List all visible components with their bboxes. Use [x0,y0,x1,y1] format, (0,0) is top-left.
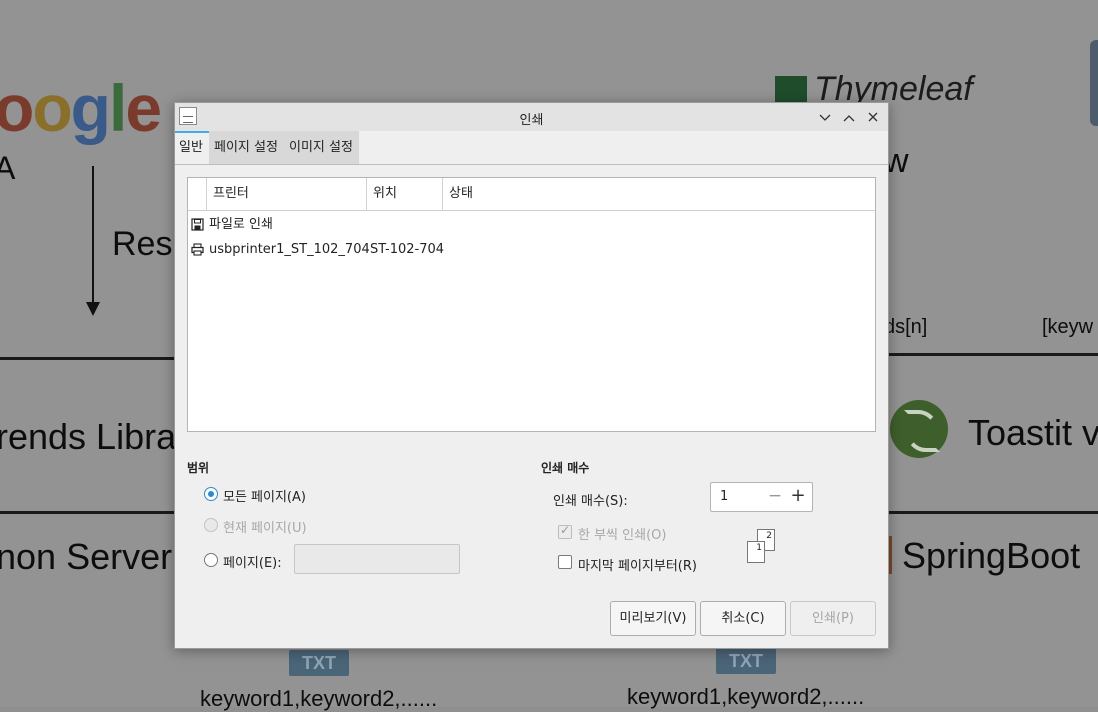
title-bar[interactable]: 인쇄 [175,103,888,131]
tab-page-setup[interactable]: 페이지 설정 [209,131,285,164]
printer-row-file[interactable]: 파일로 인쇄 [188,213,875,237]
bg-text-a: A [0,150,16,186]
current-page-radio[interactable] [204,518,218,532]
bg-text-springboot: SpringBoot [902,535,1081,576]
tab-divider [175,164,888,165]
bg-text-trends: rends Libra [0,416,177,457]
bg-text-keyword-line: keyword1,keyword2,...... [627,684,865,709]
current-page-label: 현재 페이지(U) [223,521,307,536]
tab-general[interactable]: 일반 [175,131,209,164]
print-dialog: 인쇄 일반 페이지 설정 이미지 설정 프린터 위치 상태 파일로 인쇄 usb… [174,102,889,649]
reverse-order-checkbox[interactable] [558,555,572,569]
printer-list-header: 프린터 위치 상태 [188,178,875,211]
decrement-button[interactable]: − [765,486,785,506]
close-icon [868,112,878,122]
copies-heading: 인쇄 매수 [541,461,590,475]
column-header-status[interactable]: 상태 [442,178,875,210]
all-pages-label[interactable]: 모든 페이지(A) [223,486,306,505]
txt-file-icon: TXT [716,648,776,674]
copies-value[interactable]: 1 [720,489,728,504]
tab-image-settings[interactable]: 이미지 설정 [285,131,359,164]
bg-text-res: Res [112,225,173,263]
chevron-down-icon [819,114,831,121]
pages-input[interactable] [294,544,460,574]
sheet-front: 1 [747,541,765,563]
bg-arrow [92,166,94,306]
cancel-button[interactable]: 취소(C) [700,601,786,636]
increment-button[interactable]: + [788,485,808,506]
bg-text-words: ds[n] [884,316,928,338]
maximize-button[interactable] [839,107,859,127]
printer-icon [191,243,204,256]
printer-location: ST-102-704 [370,242,445,257]
txt-file-icon: TXT [289,650,349,676]
range-heading: 범위 [187,461,210,475]
printer-row-usb[interactable]: usbprinter1_ST_102_704 ST-102-704 [188,238,875,262]
preview-button[interactable]: 미리보기(V) [610,601,696,636]
google-logo: oogle [0,71,162,145]
bg-divider [0,511,176,514]
bg-text-server: non Server [0,536,173,577]
printer-name: 파일로 인쇄 [209,217,273,232]
bg-text-keyword: [keyw [1042,316,1094,338]
printer-name: usbprinter1_ST_102_704 [209,242,370,257]
pages-label[interactable]: 페이지(E): [223,552,282,571]
collate-preview-icon: 2 1 [747,529,781,567]
collate-label: 한 부씩 인쇄(O) [578,528,667,543]
bg-text-keyword-line: keyword1,keyword2,...... [200,686,438,711]
reverse-order-label[interactable]: 마지막 페이지부터(R) [578,555,697,574]
database-icon [1090,40,1098,126]
copies-label: 인쇄 매수(S): [553,494,628,509]
bg-divider [886,353,1098,356]
bg-arrow-head [86,302,100,316]
dialog-title: 인쇄 [519,113,544,128]
copies-stepper[interactable]: 1 − + [710,482,813,512]
minimize-button[interactable] [815,107,835,127]
all-pages-radio[interactable] [204,487,218,501]
chevron-up-icon [843,115,855,122]
bg-divider [0,357,176,360]
printer-list[interactable]: 프린터 위치 상태 파일로 인쇄 usbprinter1_ST_102_704 … [187,177,876,432]
collate-checkbox[interactable] [558,523,572,539]
column-header-printer[interactable]: 프린터 [206,178,366,210]
column-header-location[interactable]: 위치 [366,178,442,210]
spring-leaf-icon [890,400,948,458]
floppy-icon [191,218,204,231]
close-button[interactable] [863,107,883,127]
bg-text-toastit: Toastit v [968,412,1098,453]
bg-divider [886,511,1098,514]
print-button[interactable]: 인쇄(P) [790,601,876,636]
pages-radio[interactable] [204,553,218,567]
